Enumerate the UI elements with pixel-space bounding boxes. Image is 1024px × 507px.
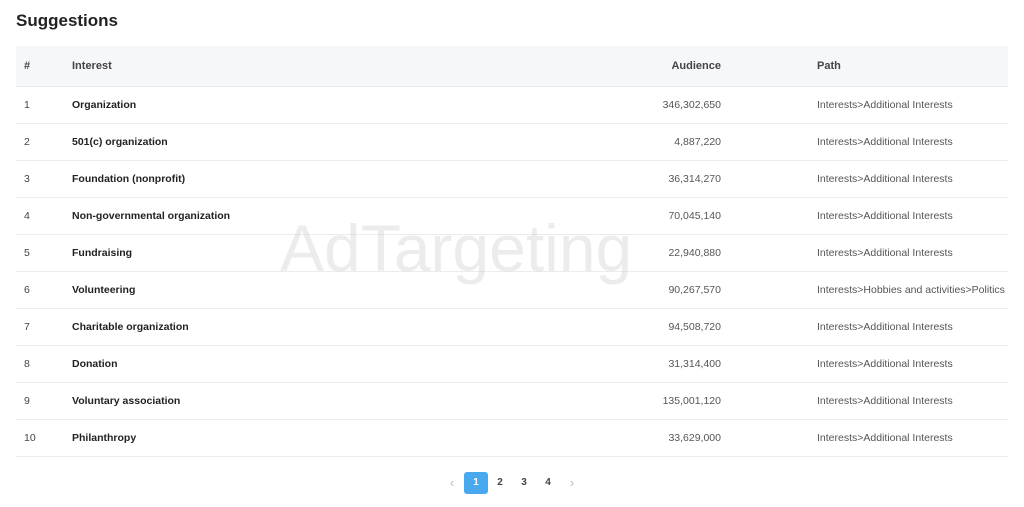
table-row[interactable]: 5 Fundraising 22,940,880 Interests>Addition…	[16, 234, 1008, 272]
row-index: 7	[16, 308, 72, 346]
row-audience: 94,508,720	[522, 308, 721, 346]
row-audience: 22,940,880	[522, 234, 721, 272]
chevron-right-icon[interactable]: ›	[560, 472, 584, 494]
row-audience: 70,045,140	[522, 197, 721, 235]
row-spacer	[721, 419, 817, 457]
column-header-index[interactable]: #	[16, 46, 72, 87]
page-button-4[interactable]: 4	[536, 472, 560, 494]
table-row[interactable]: 7 Charitable organization 94,508,720 Intere…	[16, 308, 1008, 346]
row-index: 6	[16, 271, 72, 309]
row-index: 9	[16, 382, 72, 420]
row-audience: 31,314,400	[522, 345, 721, 383]
row-interest: Donation	[72, 345, 522, 383]
row-spacer	[721, 123, 817, 161]
row-spacer	[721, 86, 817, 124]
row-interest: Non-governmental organization	[72, 197, 522, 235]
row-spacer	[721, 382, 817, 420]
row-index: 8	[16, 345, 72, 383]
table-row[interactable]: 2 501(c) organization 4,887,220 Interests>A…	[16, 123, 1008, 161]
table-header-row: # Interest Audience Path	[16, 46, 1008, 87]
table-row[interactable]: 4 Non-governmental organization 70,045,140…	[16, 197, 1008, 235]
row-path: Interests>Additional Interests	[817, 382, 1008, 420]
row-index: 5	[16, 234, 72, 272]
row-interest: Volunteering	[72, 271, 522, 309]
row-path: Interests>Additional Interests	[817, 419, 1008, 457]
row-audience: 346,302,650	[522, 86, 721, 124]
table-row[interactable]: 3 Foundation (nonprofit) 36,314,270 Interes…	[16, 160, 1008, 198]
row-spacer	[721, 345, 817, 383]
row-spacer	[721, 197, 817, 235]
row-path: Interests>Hobbies and activities>Politic…	[817, 271, 1008, 309]
row-index: 1	[16, 86, 72, 124]
row-interest: Organization	[72, 86, 522, 124]
row-index: 4	[16, 197, 72, 235]
page-button-1[interactable]: 1	[464, 472, 488, 494]
column-spacer	[721, 46, 817, 87]
row-interest: 501(c) organization	[72, 123, 522, 161]
row-interest: Philanthropy	[72, 419, 522, 457]
pagination: ‹ 1 2 3 4 ›	[440, 472, 584, 494]
row-index: 3	[16, 160, 72, 198]
row-spacer	[721, 308, 817, 346]
table-body: 1 Organization 346,302,650 Interests>Additi…	[16, 86, 1008, 457]
row-interest: Foundation (nonprofit)	[72, 160, 522, 198]
page-title: Suggestions	[16, 11, 119, 30]
row-index: 10	[16, 419, 72, 457]
row-path: Interests>Additional Interests	[817, 123, 1008, 161]
chevron-left-icon[interactable]: ‹	[440, 472, 464, 494]
row-spacer	[721, 160, 817, 198]
row-index: 2	[16, 123, 72, 161]
row-interest: Voluntary association	[72, 382, 522, 420]
row-path: Interests>Additional Interests	[817, 86, 1008, 124]
row-path: Interests>Additional Interests	[817, 160, 1008, 198]
row-audience: 135,001,120	[522, 382, 721, 420]
page-button-3[interactable]: 3	[512, 472, 536, 494]
table-row[interactable]: 8 Donation 31,314,400 Interests>Additional …	[16, 345, 1008, 383]
row-spacer	[721, 234, 817, 272]
row-audience: 36,314,270	[522, 160, 721, 198]
row-path: Interests>Additional Interests	[817, 197, 1008, 235]
row-path: Interests>Additional Interests	[817, 234, 1008, 272]
table-row[interactable]: 1 Organization 346,302,650 Interests>Additi…	[16, 86, 1008, 124]
row-interest: Charitable organization	[72, 308, 522, 346]
row-interest: Fundraising	[72, 234, 522, 272]
suggestions-table: # Interest Audience Path 1 Organization 34…	[16, 46, 1008, 457]
table-row[interactable]: 10 Philanthropy 33,629,000 Interests>Additi…	[16, 419, 1008, 457]
row-audience: 33,629,000	[522, 419, 721, 457]
column-header-audience[interactable]: Audience	[522, 46, 721, 87]
row-audience: 90,267,570	[522, 271, 721, 309]
row-path: Interests>Additional Interests	[817, 308, 1008, 346]
table-row[interactable]: 9 Voluntary association 135,001,120 Interes…	[16, 382, 1008, 420]
page-button-2[interactable]: 2	[488, 472, 512, 494]
row-path: Interests>Additional Interests	[817, 345, 1008, 383]
table-row[interactable]: 6 Volunteering 90,267,570 Interests>Hobbies…	[16, 271, 1008, 309]
column-header-interest[interactable]: Interest	[72, 46, 522, 87]
column-header-path[interactable]: Path	[817, 46, 1008, 87]
row-audience: 4,887,220	[522, 123, 721, 161]
row-spacer	[721, 271, 817, 309]
